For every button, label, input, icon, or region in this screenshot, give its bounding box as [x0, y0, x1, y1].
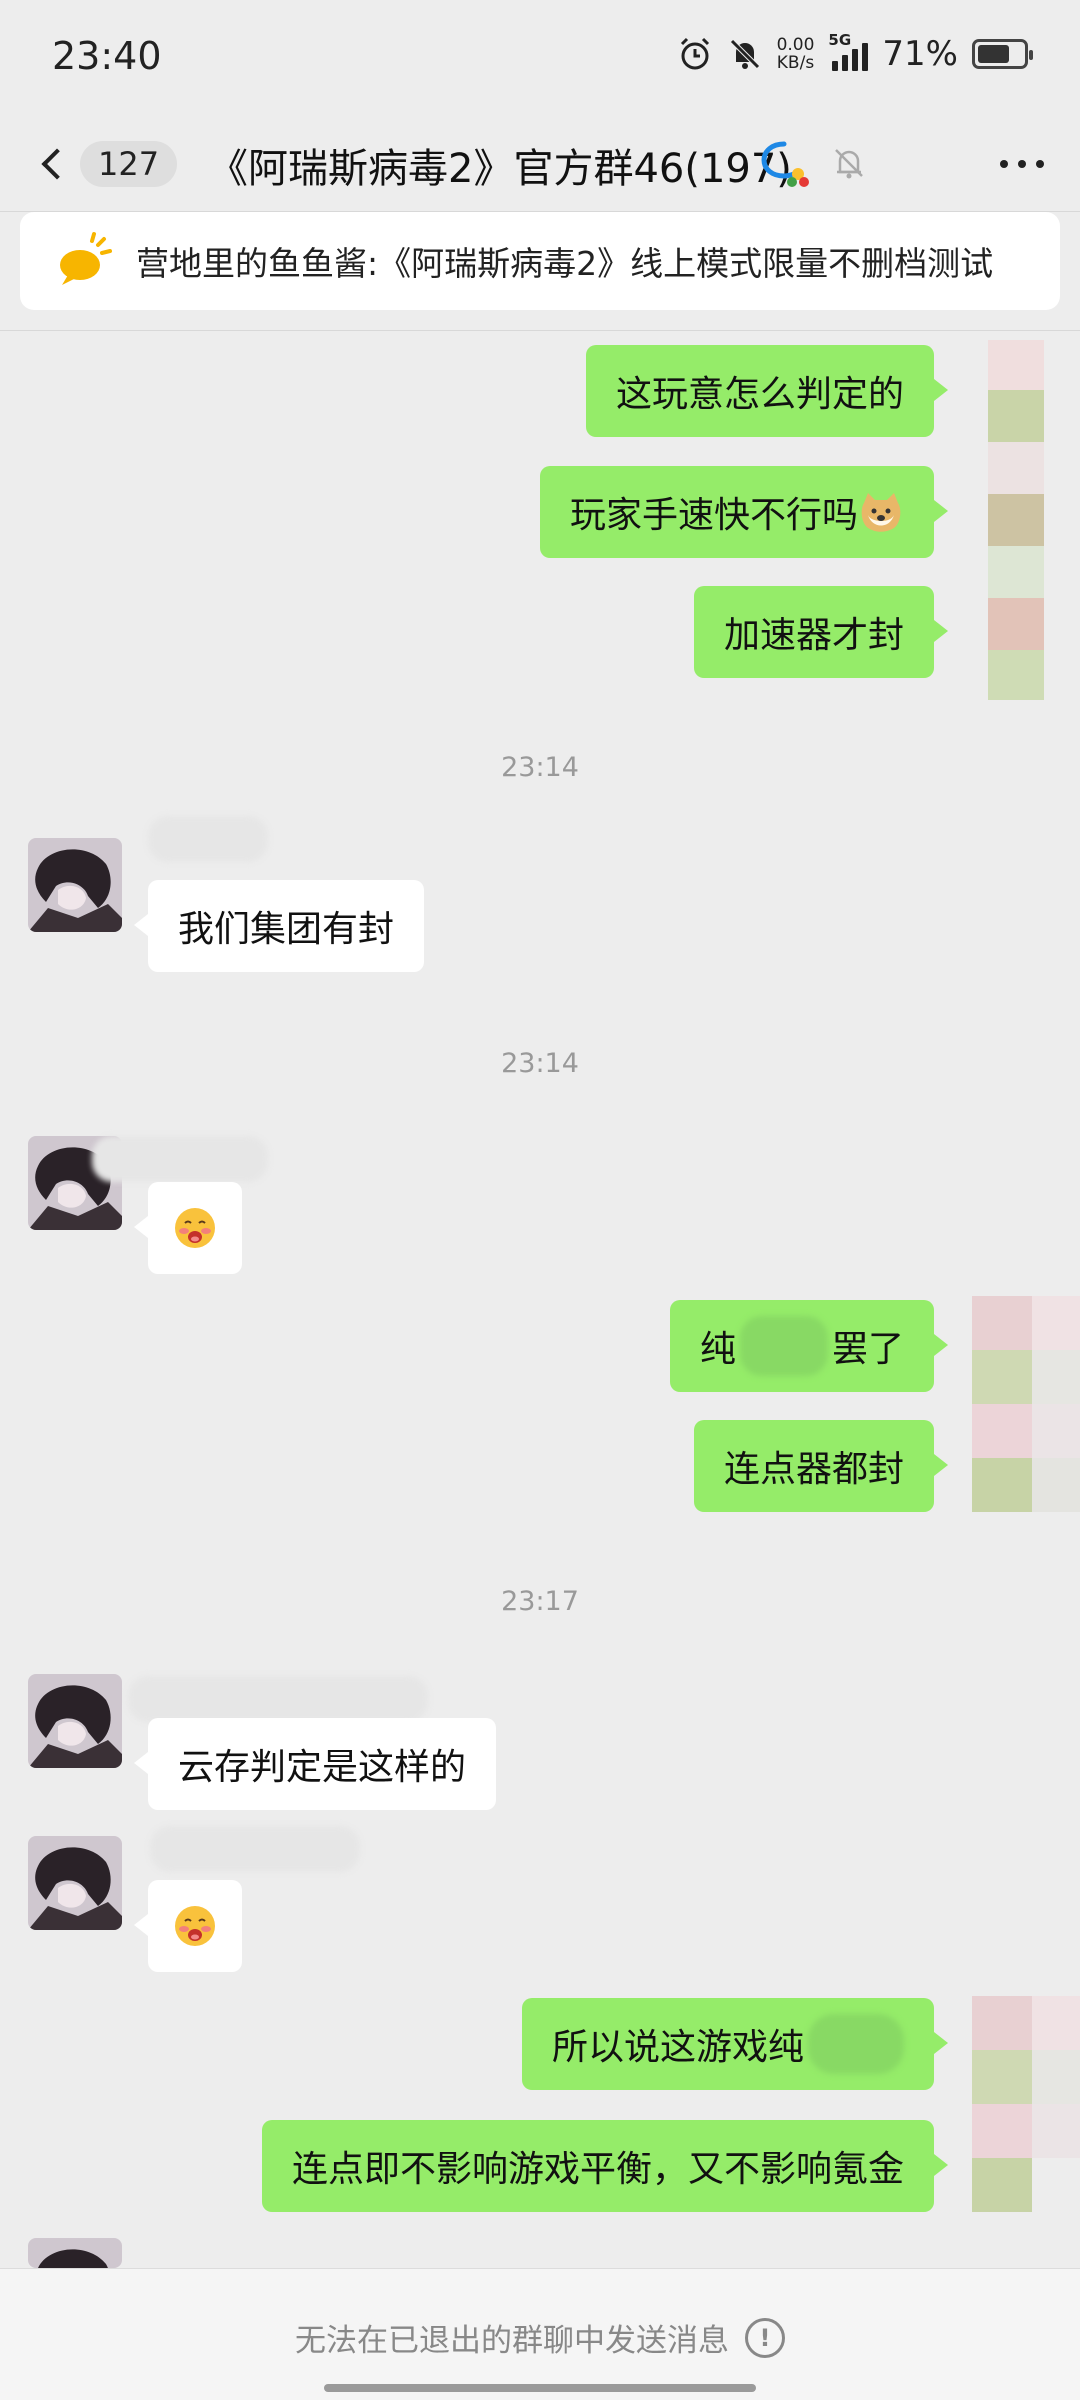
header-divider: [0, 330, 1080, 331]
message-bubble[interactable]: 加速器才封: [693, 586, 949, 678]
input-disabled-bar: 无法在已退出的群聊中发送消息 !: [0, 2268, 1080, 2400]
avatar-image: [28, 2238, 122, 2268]
message-incoming[interactable]: [134, 1880, 242, 1972]
message-bubble[interactable]: 纯 罢了: [669, 1300, 949, 1392]
chevron-left-icon: [41, 148, 73, 180]
avatar-image: [28, 838, 122, 932]
message-bubble[interactable]: 玩家手速快不行吗: [539, 466, 949, 558]
unread-count-badge: 127: [80, 141, 178, 187]
message-outgoing[interactable]: 玩家手速快不行吗: [539, 466, 949, 558]
chat-screen: 23:40 0.00 KB/s 5G 71% 127 《阿瑞斯病毒2》官方群46…: [0, 0, 1080, 2400]
message-incoming[interactable]: [134, 1182, 242, 1274]
message-text: 加速器才封: [723, 615, 904, 656]
message-text-left: 纯: [699, 1329, 736, 1370]
avatar[interactable]: [28, 1674, 122, 1768]
message-bubble[interactable]: [134, 1880, 242, 1972]
back-button[interactable]: 127: [34, 132, 178, 196]
avatar[interactable]: [28, 2238, 122, 2268]
message-outgoing[interactable]: 连点器都封: [693, 1420, 949, 1512]
status-time: 23:40: [52, 34, 162, 78]
message-bubble[interactable]: 连点即不影响游戏平衡，又不影响氪金: [261, 2120, 949, 2212]
group-announcement[interactable]: 营地里的鱼鱼酱:《阿瑞斯病毒2》线上模式限量不删档测试: [20, 212, 1060, 310]
disabled-notice: 无法在已退出的群聊中发送消息 !: [0, 2315, 1080, 2360]
network-speed-value: 0.00: [776, 35, 815, 55]
avatar-image: [28, 1674, 122, 1768]
blurred-nickname: [92, 1136, 268, 1182]
message-text: 所以说这游戏纯: [551, 2027, 804, 2068]
blurred-nickname: [128, 1676, 428, 1722]
message-text-right: 罢了: [831, 1329, 904, 1370]
more-options-button[interactable]: [1000, 146, 1044, 182]
info-icon[interactable]: !: [745, 2317, 785, 2358]
blushing-face-icon: [175, 1906, 215, 1946]
chat-header: 127 《阿瑞斯病毒2》官方群46(197): [0, 116, 1080, 212]
message-text: 连点器都封: [723, 1449, 904, 1490]
blurred-text: [739, 1316, 828, 1376]
blurred-avatar: [960, 1296, 1080, 1556]
doge-icon: [861, 493, 901, 532]
network-speed: 0.00 KB/s: [777, 36, 815, 72]
network-type: 5G: [828, 31, 852, 49]
blurred-avatar: [960, 330, 1080, 700]
disabled-notice-text: 无法在已退出的群聊中发送消息: [295, 2323, 729, 2359]
home-indicator[interactable]: [324, 2384, 756, 2392]
message-bubble[interactable]: 所以说这游戏纯: [521, 1998, 949, 2090]
timestamp: 23:14: [501, 752, 579, 783]
mute-bell-icon: [835, 149, 863, 179]
message-text: 玩家手速快不行吗: [569, 495, 858, 536]
message-bubble[interactable]: 连点器都封: [693, 1420, 949, 1512]
timestamp: 23:14: [501, 1048, 579, 1079]
message-bubble[interactable]: 这玩意怎么判定的: [585, 345, 949, 437]
message-bubble[interactable]: 我们集团有封: [133, 880, 425, 972]
battery-icon: [972, 39, 1033, 69]
dot-icon: [1000, 160, 1008, 168]
signal-icon: 5G: [828, 31, 869, 71]
message-outgoing[interactable]: 连点即不影响游戏平衡，又不影响氪金: [261, 2120, 949, 2212]
message-outgoing[interactable]: 所以说这游戏纯: [521, 1998, 949, 2090]
message-text: 这玩意怎么判定的: [615, 374, 904, 415]
status-bar: 23:40 0.00 KB/s 5G 71%: [0, 0, 1080, 116]
chat-title: 《阿瑞斯病毒2》官方群46(197): [208, 146, 792, 192]
message-incoming[interactable]: 我们集团有封: [133, 880, 425, 972]
message-outgoing[interactable]: 加速器才封: [693, 586, 949, 678]
message-bubble[interactable]: [134, 1182, 242, 1274]
message-text: 连点即不影响游戏平衡，又不影响氪金: [291, 2149, 904, 2190]
dot-icon: [1018, 160, 1026, 168]
announcement-text: 营地里的鱼鱼酱:《阿瑞斯病毒2》线上模式限量不删档测试: [136, 244, 994, 283]
mute-bell-icon: [729, 39, 760, 69]
message-incoming[interactable]: 云存判定是这样的: [133, 1718, 497, 1810]
announcement-bubble-icon: [60, 232, 112, 285]
avatar[interactable]: [28, 838, 122, 932]
message-text: 我们集团有封: [178, 909, 395, 950]
blurred-nickname: [150, 1826, 360, 1872]
battery-percent: 71%: [882, 34, 958, 74]
enterprise-group-icon[interactable]: [760, 138, 810, 188]
network-speed-unit: KB/s: [776, 53, 815, 73]
message-outgoing[interactable]: 这玩意怎么判定的: [585, 345, 949, 437]
timestamp: 23:17: [501, 1586, 579, 1617]
message-text: 云存判定是这样的: [178, 1747, 467, 1788]
battery-fill: [978, 45, 1010, 63]
message-outgoing[interactable]: 纯 罢了: [669, 1300, 949, 1392]
alarm-icon: [680, 37, 709, 70]
blushing-face-icon: [175, 1208, 215, 1248]
blurred-text: [808, 2014, 904, 2074]
dot-icon: [1036, 160, 1044, 168]
blurred-nickname: [148, 816, 268, 862]
avatar-image: [28, 1836, 122, 1930]
avatar[interactable]: [28, 1836, 122, 1930]
status-icons: 0.00 KB/s 5G 71%: [677, 31, 1033, 74]
blurred-avatar: [960, 1996, 1080, 2216]
message-bubble[interactable]: 云存判定是这样的: [133, 1718, 497, 1810]
